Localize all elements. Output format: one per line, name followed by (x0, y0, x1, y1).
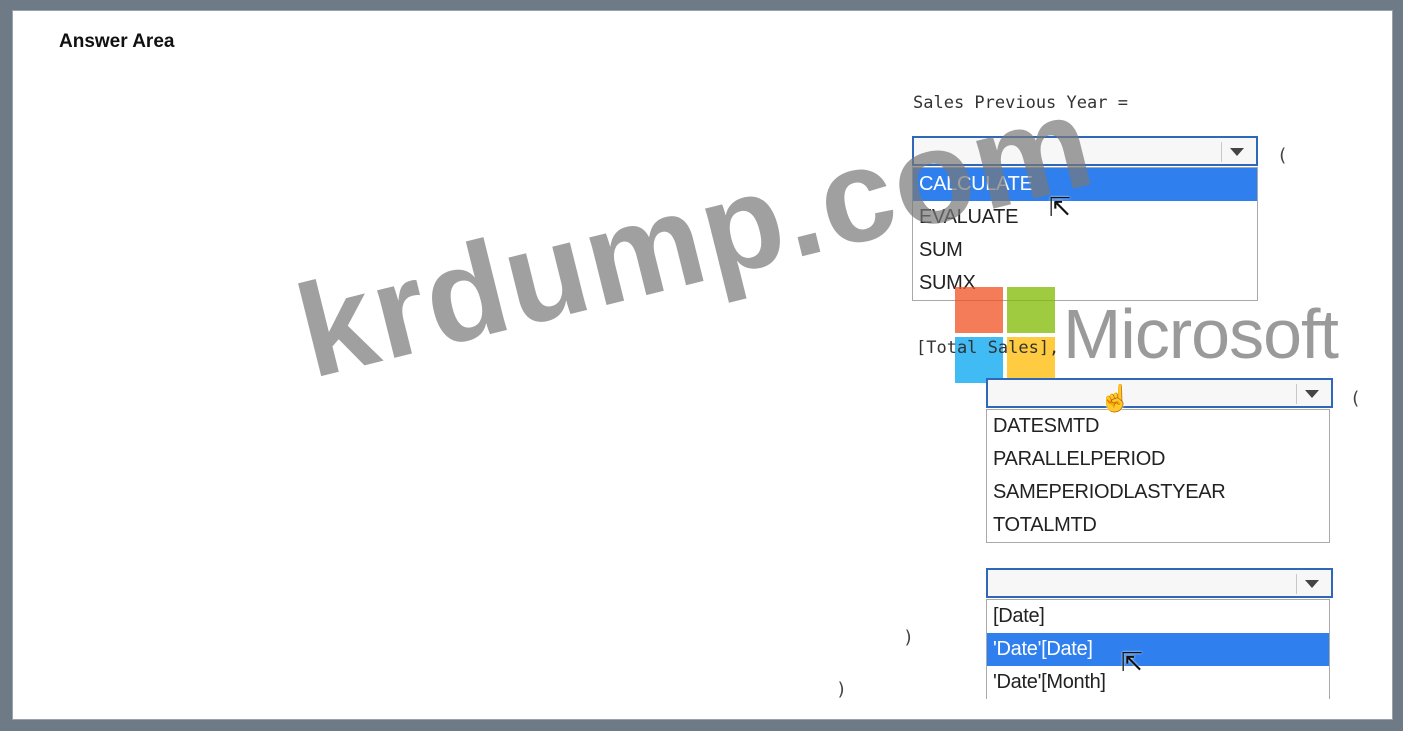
close-paren-inner: ) (903, 627, 914, 648)
option-date-table-date[interactable]: 'Date'[Date] (987, 633, 1329, 666)
code-line-total-sales: [Total Sales], (916, 338, 1060, 358)
chevron-down-icon[interactable] (1296, 574, 1327, 594)
chevron-down-icon[interactable] (1221, 142, 1252, 162)
option-date[interactable]: [Date] (987, 600, 1329, 633)
microsoft-watermark-text: Microsoft (1063, 295, 1339, 373)
hand-cursor-icon: ☝ (1099, 383, 1132, 413)
option-sameperiodlastyear[interactable]: SAMEPERIODLASTYEAR (987, 476, 1329, 509)
close-paren-outer: ) (836, 679, 847, 700)
arrow-cursor-icon: ⇱ (1121, 647, 1143, 677)
open-paren-1: ( (1277, 145, 1288, 166)
time-intelligence-select[interactable] (986, 378, 1333, 408)
answer-area-panel: Answer Area Sales Previous Year = CALCUL… (12, 10, 1393, 720)
option-totalmtd[interactable]: TOTALMTD (987, 509, 1329, 542)
date-column-options-list: [Date] 'Date'[Date] 'Date'[Month] (986, 599, 1330, 699)
time-intelligence-options-list: DATESMTD PARALLELPERIOD SAMEPERIODLASTYE… (986, 409, 1330, 543)
microsoft-logo-icon (955, 287, 1059, 387)
option-datesmtd[interactable]: DATESMTD (987, 410, 1329, 443)
answer-area-title: Answer Area (59, 31, 175, 52)
option-parallelperiod[interactable]: PARALLELPERIOD (987, 443, 1329, 476)
chevron-down-icon[interactable] (1296, 384, 1327, 404)
open-paren-2: ( (1350, 388, 1361, 409)
date-column-select[interactable] (986, 568, 1333, 598)
option-date-table-month[interactable]: 'Date'[Month] (987, 666, 1329, 699)
